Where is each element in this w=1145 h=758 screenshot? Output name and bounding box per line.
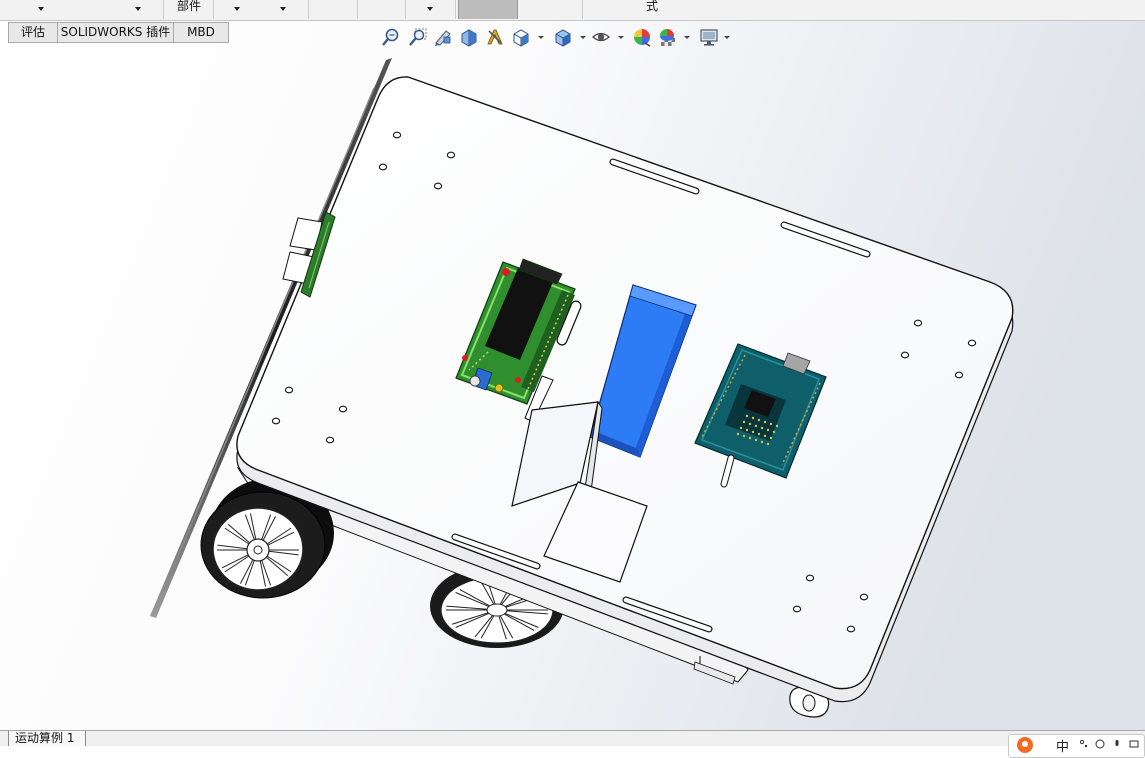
dropdown-arrow-icon[interactable] — [427, 7, 433, 11]
toolbar-separator — [405, 0, 406, 19]
emoji-icon[interactable] — [1095, 739, 1105, 749]
section-view-icon[interactable] — [459, 27, 479, 47]
display-style-dropdown-icon[interactable] — [580, 36, 586, 39]
toolbar-separator — [213, 0, 214, 19]
pressed-toolbar-button[interactable] — [458, 0, 518, 19]
mounting-hole — [792, 605, 802, 613]
view-orientation-icon[interactable] — [511, 27, 531, 47]
mounting-hole — [433, 182, 443, 190]
toolbar-separator — [582, 0, 583, 19]
ime-toolbar[interactable]: 中 — [1008, 734, 1145, 758]
shield-pin — [769, 422, 773, 426]
mounting-hole — [284, 386, 294, 394]
hide-show-items-icon[interactable] — [591, 27, 611, 47]
zoom-to-area-icon[interactable] — [408, 27, 428, 47]
shield-pin — [769, 436, 773, 440]
shield-pin — [751, 416, 755, 420]
mounting-hole — [805, 574, 815, 582]
mounting-hole — [325, 436, 335, 444]
mounting-hole — [967, 339, 977, 347]
toolbar-separator — [163, 0, 164, 19]
ime-logo-icon[interactable] — [1017, 737, 1033, 753]
ime-mode-toggle[interactable]: 中 — [1056, 736, 1069, 755]
toolbar-separator — [357, 0, 358, 19]
graphics-area[interactable] — [0, 0, 1145, 745]
microphone-icon[interactable] — [1112, 739, 1122, 749]
shield-pin — [745, 428, 749, 432]
previous-view-icon[interactable] — [433, 27, 453, 47]
view-orientation-dropdown-icon[interactable] — [538, 36, 544, 39]
motion-study-tab[interactable]: 运动算例 1 — [8, 731, 86, 746]
mounting-hole — [446, 151, 456, 159]
shield-pin — [754, 438, 758, 442]
mounting-hole — [271, 417, 281, 425]
assembly-group-label[interactable]: 部件 — [177, 0, 201, 13]
mounting-hole — [846, 625, 856, 633]
shield-pin — [745, 414, 749, 418]
shield-pin — [766, 428, 770, 432]
shield-pin — [763, 420, 767, 424]
mounting-hole — [900, 351, 910, 359]
mounting-hole — [338, 405, 348, 413]
apply-scene-icon[interactable] — [657, 27, 677, 47]
shield-pin — [757, 432, 761, 436]
shield-pin — [748, 436, 752, 440]
shield-pin — [751, 430, 755, 434]
zoom-to-fit-icon[interactable] — [381, 27, 401, 47]
display-style-icon[interactable] — [553, 27, 573, 47]
dropdown-arrow-icon[interactable] — [280, 7, 286, 11]
shield-pin — [763, 434, 767, 438]
shield-pin — [757, 418, 761, 422]
shield-pin — [736, 432, 740, 436]
dropdown-arrow-icon[interactable] — [234, 7, 240, 11]
mounting-hole — [913, 319, 923, 327]
shield-pin — [754, 424, 758, 428]
shield-pin — [760, 440, 764, 444]
toolbar-separator — [308, 0, 309, 19]
shield-pin — [742, 434, 746, 438]
shield-pin — [748, 422, 752, 426]
toolbar-separator — [455, 0, 456, 19]
command-toolbar: 部件 式 — [0, 0, 1145, 21]
shield-pin — [772, 430, 776, 434]
hide-show-dropdown-icon[interactable] — [618, 36, 624, 39]
dropdown-arrow-icon[interactable] — [135, 7, 141, 11]
mounting-hole — [954, 371, 964, 379]
edit-appearance-icon[interactable] — [632, 27, 652, 47]
heads-up-view-toolbar — [0, 27, 1145, 49]
mounting-hole — [378, 163, 388, 171]
shield-pin — [760, 426, 764, 430]
status-bar: 运动算例 1 — [0, 730, 1145, 746]
punctuation-mode-icon[interactable] — [1079, 739, 1089, 749]
view-settings-dropdown-icon[interactable] — [724, 36, 730, 39]
mounting-hole — [392, 131, 402, 139]
shield-pin — [775, 424, 779, 428]
shield-pin — [742, 420, 746, 424]
view-settings-icon[interactable] — [699, 27, 719, 47]
dropdown-arrow-icon[interactable] — [38, 7, 44, 11]
mounting-hole — [859, 593, 869, 601]
shield-pin — [739, 426, 743, 430]
dynamic-annotation-views-icon[interactable] — [485, 27, 505, 47]
apply-scene-dropdown-icon[interactable] — [684, 36, 690, 39]
keyboard-icon[interactable] — [1129, 739, 1139, 749]
toolbar-label-right[interactable]: 式 — [646, 0, 658, 13]
shield-pin — [766, 442, 770, 446]
